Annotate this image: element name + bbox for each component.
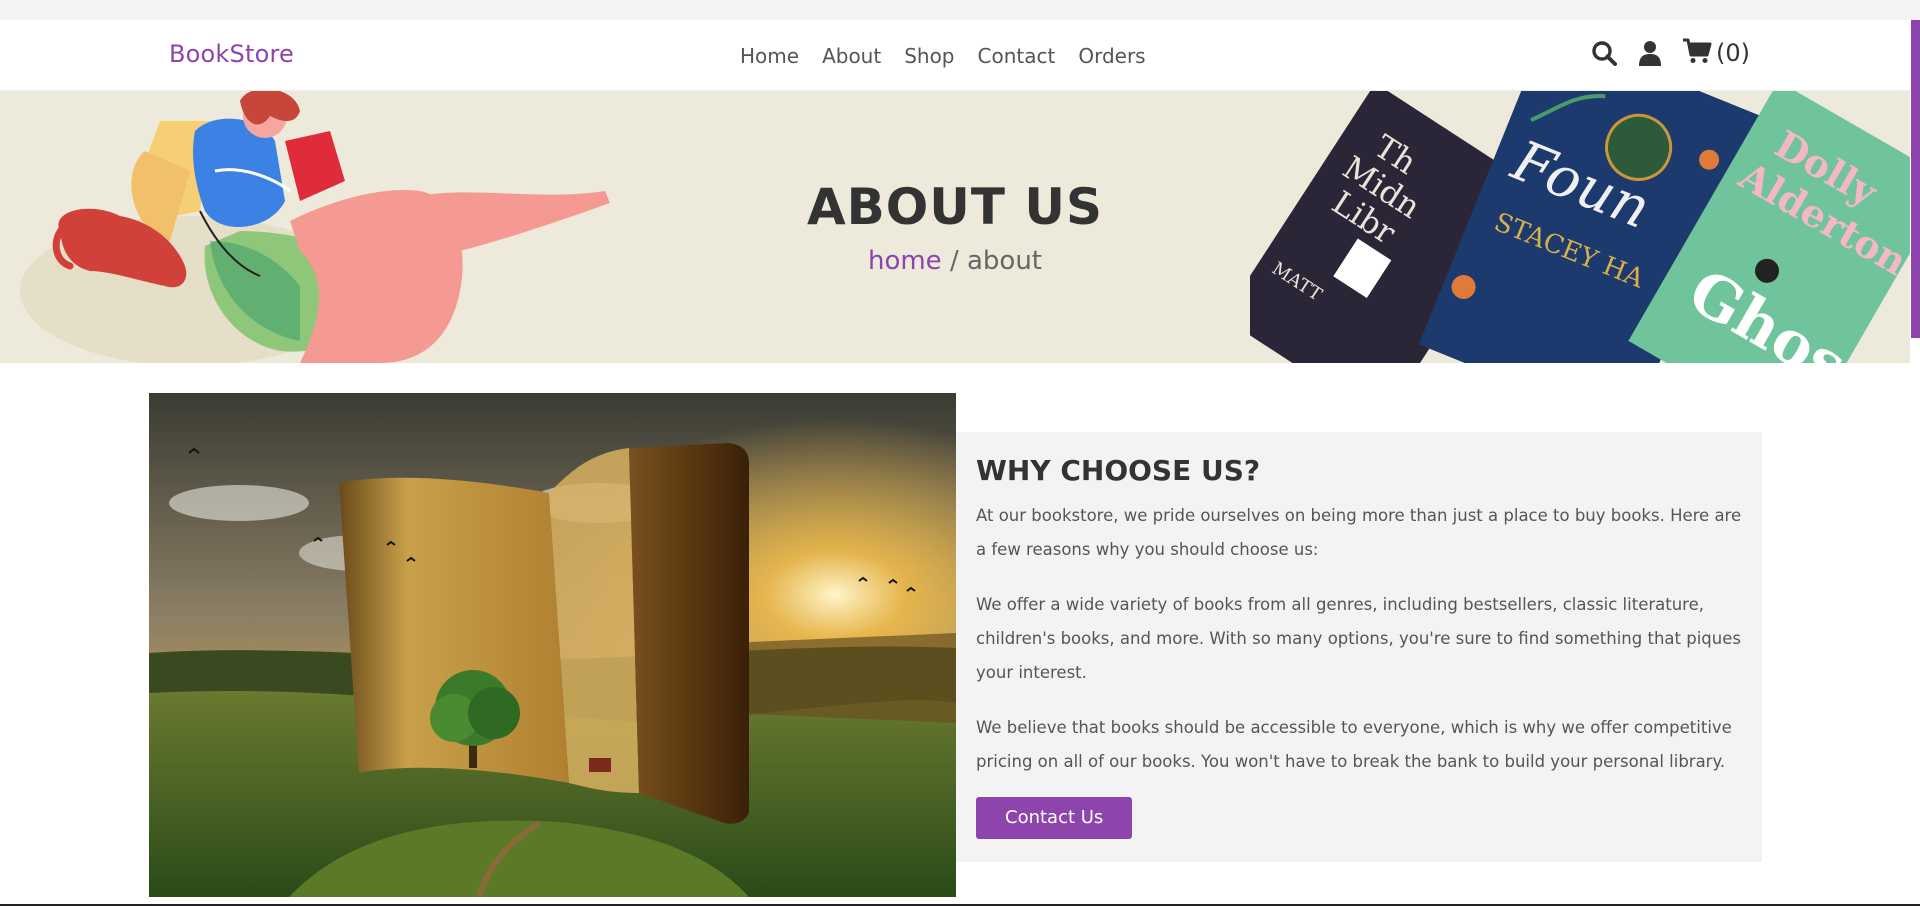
contact-us-button[interactable]: Contact Us bbox=[976, 797, 1133, 839]
about-image bbox=[149, 393, 956, 897]
cart-count: (0) bbox=[1716, 39, 1750, 67]
nav-shop[interactable]: Shop bbox=[904, 44, 954, 68]
top-strip bbox=[0, 0, 1920, 20]
page-title: ABOUT US bbox=[806, 178, 1104, 236]
nav-about[interactable]: About bbox=[822, 44, 881, 68]
why-choose-us-panel: WHY CHOOSE US? At our bookstore, we prid… bbox=[956, 432, 1762, 862]
header-icons: (0) bbox=[1590, 38, 1750, 68]
cart-button[interactable]: (0) bbox=[1682, 38, 1750, 68]
section-heading: WHY CHOOSE US? bbox=[976, 454, 1261, 487]
nav-home[interactable]: Home bbox=[740, 44, 799, 68]
paragraph-intro: At our bookstore, we pride ourselves on … bbox=[976, 506, 1742, 559]
nav-orders[interactable]: Orders bbox=[1078, 44, 1145, 68]
nav-contact[interactable]: Contact bbox=[978, 44, 1056, 68]
breadcrumb-home-link[interactable]: home bbox=[868, 246, 942, 276]
logo[interactable]: BookStore bbox=[169, 40, 294, 68]
breadcrumb: home / about bbox=[0, 246, 1910, 276]
paragraph-variety: We offer a wide variety of books from al… bbox=[976, 595, 1741, 682]
hero-banner: Th Midn Libr MATT Foun STACEY HA Dolly A… bbox=[0, 91, 1910, 363]
search-icon[interactable] bbox=[1590, 39, 1618, 67]
user-icon[interactable] bbox=[1636, 39, 1664, 67]
site-header: BookStore Home About Shop Contact Orders… bbox=[0, 20, 1910, 91]
breadcrumb-separator: / bbox=[941, 246, 967, 276]
scrollbar-thumb[interactable] bbox=[1911, 20, 1920, 338]
main-nav: Home About Shop Contact Orders bbox=[740, 44, 1146, 68]
cart-icon bbox=[1682, 38, 1712, 68]
breadcrumb-current: about bbox=[966, 246, 1043, 276]
paragraph-pricing: We believe that books should be accessib… bbox=[976, 718, 1732, 771]
